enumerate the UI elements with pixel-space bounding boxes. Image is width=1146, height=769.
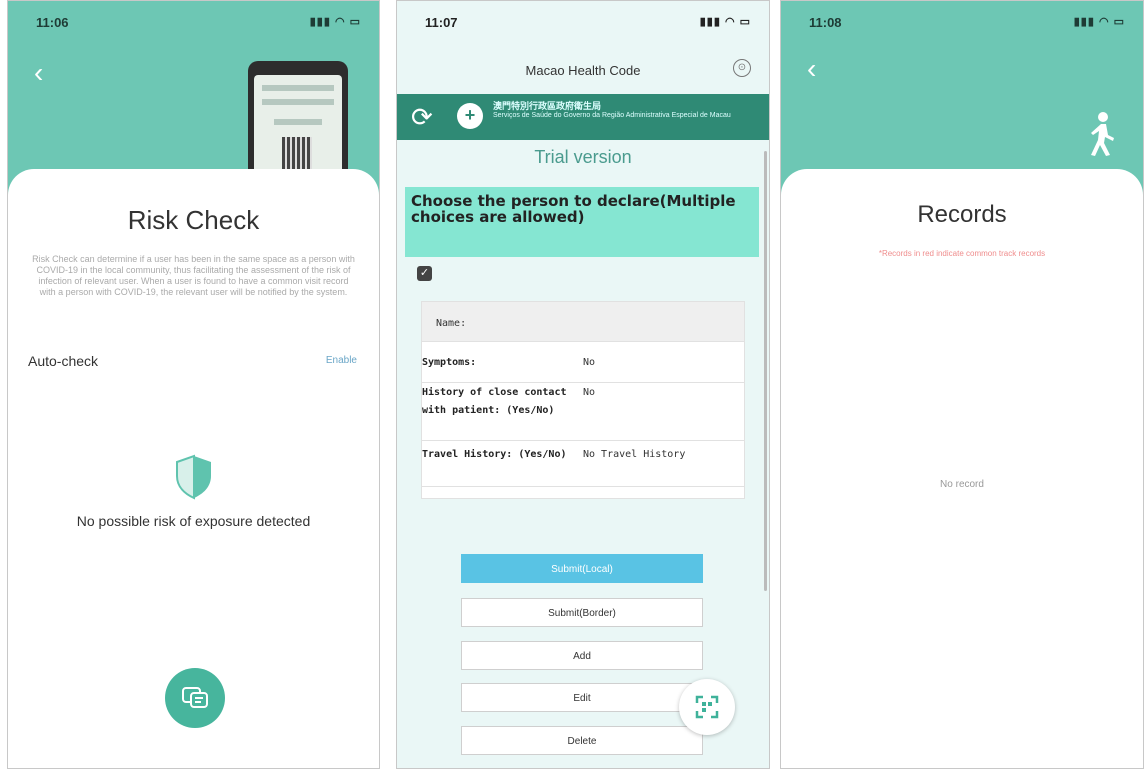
qr-scan-icon — [695, 695, 719, 719]
status-bar: 11:08 ▮▮▮ ◠ ▭ — [781, 1, 1143, 41]
page-title: Risk Check — [127, 205, 260, 235]
page-title: Records — [917, 201, 1007, 228]
back-button[interactable]: ‹ — [34, 59, 43, 87]
row-value: No Travel History — [583, 449, 686, 460]
submit-border-button[interactable]: Submit(Border) — [461, 598, 703, 627]
status-time: 11:06 — [36, 15, 69, 30]
risk-status-message: No possible risk of exposure detected — [76, 513, 311, 529]
row-value: No — [583, 387, 596, 398]
row-key: Travel History: (Yes/No) — [422, 449, 567, 460]
person-info-table: Name: Symptoms: No History of close cont… — [421, 301, 745, 499]
shield-icon — [176, 454, 211, 500]
delete-button[interactable]: Delete — [461, 726, 703, 755]
org-name-portuguese: Serviços de Saúde do Governo da Região A… — [493, 112, 731, 119]
row-key: Symptoms: — [422, 357, 477, 368]
signal-wifi-battery-icon: ▮▮▮ ◠ ▭ — [1073, 16, 1125, 28]
table-row: Symptoms: No — [422, 354, 744, 383]
risk-check-screen: 11:06 ▮▮▮ ◠ ▭ ‹ Risk Check Risk Check ca… — [7, 0, 380, 769]
edit-button[interactable]: Edit — [461, 683, 703, 712]
status-bar: 11:07 ▮▮▮ ◠ ▭ — [397, 1, 769, 41]
more-button[interactable]: ⊙ — [733, 59, 751, 77]
records-screen: 11:08 ▮▮▮ ◠ ▭ ‹ Records *Records in red … — [780, 0, 1144, 769]
content-card — [781, 169, 1143, 768]
back-button[interactable]: ‹ — [807, 55, 816, 83]
records-icon — [182, 687, 208, 708]
choose-person-heading: Choose the person to declare(Multiple ch… — [405, 187, 759, 257]
org-name-chinese: 澳門特別行政區政府衛生局 — [493, 101, 602, 111]
submit-local-button[interactable]: Submit(Local) — [461, 554, 703, 583]
health-bureau-banner: ⟳ 澳門特別行政區政府衛生局 Serviços de Saúde do Gove… — [397, 94, 769, 140]
signal-wifi-battery-icon: ▮▮▮ ◠ ▭ — [699, 16, 751, 28]
empty-state-text: No record — [940, 479, 984, 490]
add-button[interactable]: Add — [461, 641, 703, 670]
risk-check-description: Risk Check can determine if a user has b… — [32, 254, 355, 297]
nav-title: Macao Health Code — [525, 63, 641, 78]
row-key: History of close contact with patient: (… — [422, 387, 567, 416]
table-row: History of close contact with patient: (… — [422, 384, 744, 441]
scan-button[interactable] — [679, 679, 735, 735]
refresh-icon[interactable]: ⟳ — [411, 104, 433, 130]
row-value: No — [583, 357, 596, 368]
status-bar: 11:06 ▮▮▮ ◠ ▭ — [8, 1, 379, 41]
records-button[interactable] — [165, 668, 225, 728]
health-code-screen: 11:07 ▮▮▮ ◠ ▭ Macao Health Code ⊙ ⟳ 澳門特別… — [396, 0, 770, 769]
status-time: 11:08 — [809, 15, 842, 30]
table-row: Travel History: (Yes/No) No Travel Histo… — [422, 446, 744, 487]
scrollbar[interactable] — [764, 151, 767, 591]
select-person-checkbox[interactable]: ✓ — [417, 266, 432, 281]
trial-version-label: Trial version — [534, 147, 632, 167]
auto-check-label: Auto-check — [28, 353, 99, 369]
name-row: Name: — [422, 302, 744, 342]
status-time: 11:07 — [425, 15, 458, 30]
enable-auto-check-link[interactable]: Enable — [326, 355, 357, 366]
signal-wifi-battery-icon: ▮▮▮ ◠ ▭ — [309, 16, 361, 28]
records-legend-note: *Records in red indicate common track re… — [878, 249, 1046, 258]
health-bureau-name: 澳門特別行政區政府衛生局 Serviços de Saúde do Govern… — [493, 102, 731, 120]
health-bureau-logo — [457, 103, 483, 129]
walking-person-icon — [1091, 112, 1114, 156]
